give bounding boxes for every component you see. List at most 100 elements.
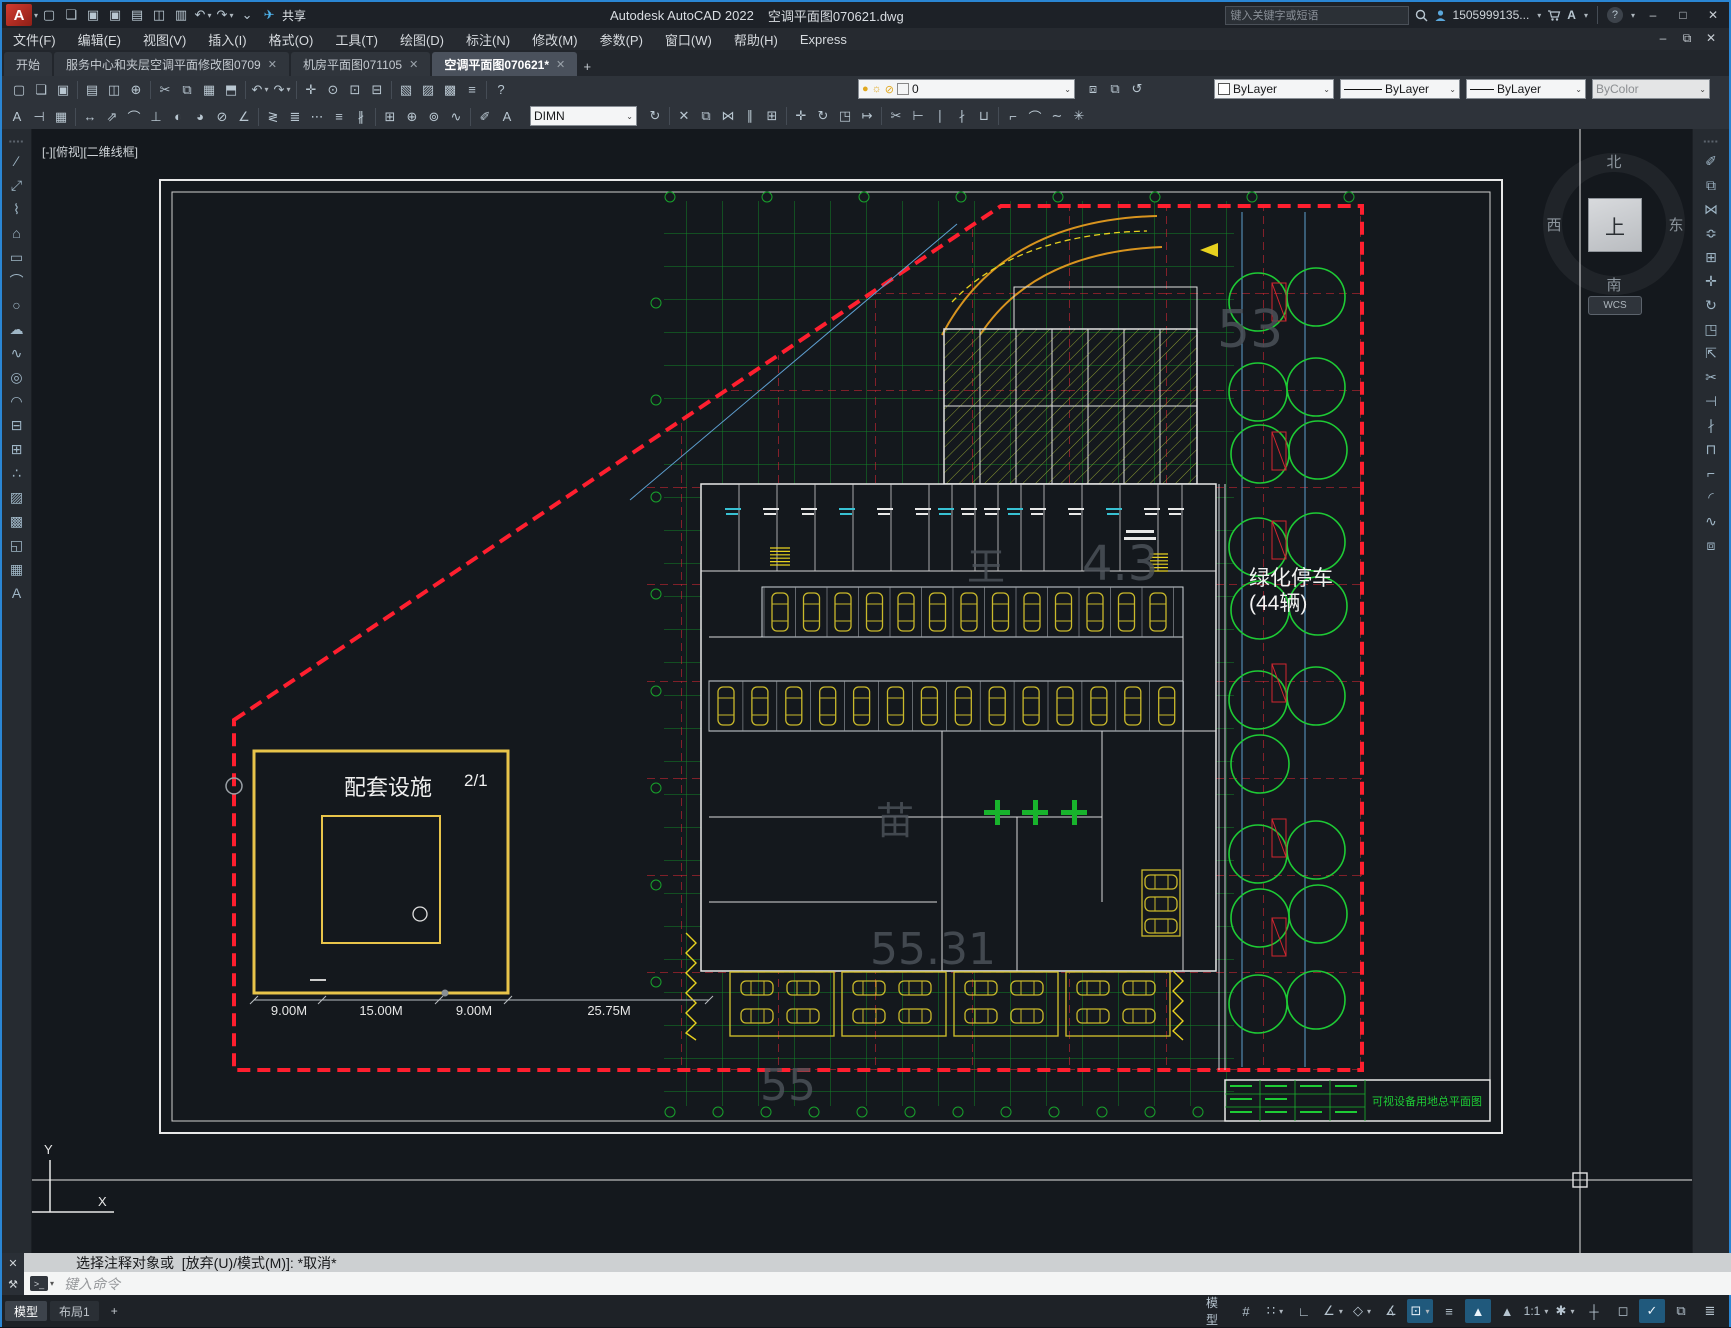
close-icon[interactable]: ✕: [556, 58, 565, 71]
zoom-realtime-icon[interactable]: ⊙: [322, 80, 344, 100]
radius-dimension-icon[interactable]: ◐: [167, 107, 189, 127]
line-icon[interactable]: ∕: [5, 149, 29, 173]
offset-icon[interactable]: ≎: [1699, 221, 1723, 245]
file-tab[interactable]: 空调平面图070621* ✕: [432, 52, 578, 76]
chevron-down-icon[interactable]: ▾: [1584, 11, 1588, 20]
menu-item-e[interactable]: 编辑(E): [67, 28, 132, 50]
rotate-icon[interactable]: ↻: [812, 106, 834, 126]
model-paper-toggle-icon[interactable]: 模型: [1204, 1296, 1230, 1327]
baseline-dimension-icon[interactable]: ≣: [284, 107, 306, 127]
menu-item-n[interactable]: 标注(N): [455, 28, 521, 50]
explode-icon[interactable]: ⧈: [1699, 533, 1723, 557]
undo-icon[interactable]: ↶ ▾: [249, 80, 271, 100]
layer-freeze-sun-icon[interactable]: ☼: [872, 83, 882, 95]
wcs-button[interactable]: WCS: [1588, 296, 1642, 315]
menu-item-p[interactable]: 参数(P): [589, 28, 654, 50]
plot-preview-icon[interactable]: ◫: [103, 80, 125, 100]
command-input[interactable]: 键入命令: [64, 1274, 120, 1294]
extend-icon[interactable]: ⊢: [907, 106, 929, 126]
save-icon[interactable]: ▣: [82, 5, 104, 25]
inspection-icon[interactable]: ⊚: [423, 107, 445, 127]
drawing-canvas[interactable]: 9.00M 15.00M 9.00M 25.75M 配套设施 2/1 绿化停车 …: [28, 129, 1696, 1253]
stretch-icon[interactable]: ⇱: [1699, 341, 1723, 365]
linear-dimension-icon[interactable]: ↔: [79, 107, 101, 127]
diameter-dimension-icon[interactable]: ⊘: [211, 107, 233, 127]
copy-icon[interactable]: ⧉: [1699, 173, 1723, 197]
annotation-scale-icon[interactable]: 1:1 ▾: [1523, 1299, 1549, 1323]
trim-icon[interactable]: ✂: [885, 106, 907, 126]
circle-icon[interactable]: ○: [5, 293, 29, 317]
table-style-icon[interactable]: ▦: [50, 107, 72, 127]
tolerance-icon[interactable]: ⊞: [379, 107, 401, 127]
break-at-point-icon[interactable]: ∣: [929, 106, 951, 126]
plot-icon[interactable]: ▤: [126, 5, 148, 25]
chevron-down-icon[interactable]: ⌄: [1064, 85, 1071, 94]
redo-icon[interactable]: ↷ ▾: [271, 80, 293, 100]
layer-match-icon[interactable]: ⧉: [1104, 79, 1126, 99]
menu-item-m[interactable]: 修改(M): [521, 28, 589, 50]
properties-palette-icon[interactable]: ≡: [461, 80, 483, 100]
open-file-icon[interactable]: ❏: [30, 80, 52, 100]
close-button[interactable]: ✕: [1701, 5, 1725, 25]
menu-item-v[interactable]: 视图(V): [132, 28, 197, 50]
region-icon[interactable]: ◱: [5, 533, 29, 557]
linetype-combo[interactable]: ByLayer ⌄: [1340, 79, 1460, 99]
doc-minimize-button[interactable]: –: [1651, 28, 1675, 48]
menu-item-t[interactable]: 工具(T): [324, 28, 389, 50]
share-icon[interactable]: ✈: [258, 5, 280, 25]
make-object-layer-current-icon[interactable]: ⧈: [1082, 79, 1104, 99]
dimension-style-icon[interactable]: ⊣: [28, 107, 50, 127]
layer-previous-icon[interactable]: ↺: [1126, 79, 1148, 99]
viewcube-south[interactable]: 南: [1604, 274, 1624, 295]
chevron-down-icon[interactable]: ⌄: [1323, 85, 1330, 94]
command-prompt-icon[interactable]: >_: [30, 1276, 48, 1291]
join-icon[interactable]: ⊓: [1699, 437, 1723, 461]
multiline-text-icon[interactable]: A: [5, 581, 29, 605]
explode-icon[interactable]: ✳: [1068, 106, 1090, 126]
point-icon[interactable]: ∴: [5, 461, 29, 485]
user-icon[interactable]: [1434, 9, 1447, 22]
fillet-icon[interactable]: ◜: [1699, 485, 1723, 509]
close-icon[interactable]: ✕: [268, 58, 277, 71]
chevron-down-icon[interactable]: ▾: [1631, 11, 1635, 20]
viewcube-north[interactable]: 北: [1604, 151, 1624, 172]
layer-properties-icon[interactable]: ▧: [395, 80, 417, 100]
autodesk-app-icon[interactable]: A: [1567, 8, 1576, 22]
polygon-icon[interactable]: ⌂: [5, 221, 29, 245]
copy-icon[interactable]: ⧉: [695, 106, 717, 126]
new-tab-button[interactable]: +: [577, 56, 597, 76]
new-file-icon[interactable]: ▢: [8, 80, 30, 100]
layer-combo[interactable]: ● ☼ ⊘ 0 ⌄: [858, 79, 1075, 99]
trim-icon[interactable]: ✂: [1699, 365, 1723, 389]
new-file-icon[interactable]: ▢: [38, 5, 60, 25]
offset-icon[interactable]: ∥: [739, 106, 761, 126]
polyline-icon[interactable]: ⌇: [5, 197, 29, 221]
annotation-visibility-icon[interactable]: ▲: [1465, 1299, 1491, 1323]
ellipse-arc-icon[interactable]: ◠: [5, 389, 29, 413]
break-icon[interactable]: ∤: [951, 106, 973, 126]
clean-screen-icon[interactable]: ⧉: [1668, 1299, 1694, 1323]
erase-icon[interactable]: ✐: [1699, 149, 1723, 173]
dimstyle-combo[interactable]: DIMN ⌄: [530, 106, 637, 126]
minimize-button[interactable]: –: [1641, 5, 1665, 25]
save-icon[interactable]: ▣: [52, 80, 74, 100]
chamfer-icon[interactable]: ⌐: [1699, 461, 1723, 485]
text-style-icon[interactable]: A: [6, 107, 28, 127]
menu-item-f[interactable]: 文件(F): [2, 28, 67, 50]
dimension-break-icon[interactable]: ∦: [350, 107, 372, 127]
angular-dimension-icon[interactable]: ∠: [233, 107, 255, 127]
spline-edit-icon[interactable]: ∿: [1699, 509, 1723, 533]
zoom-window-icon[interactable]: ⊡: [344, 80, 366, 100]
account-id[interactable]: 1505999135...: [1453, 8, 1530, 22]
toolbar-grip[interactable]: ▪▪▪▪: [1703, 137, 1718, 146]
rotate-icon[interactable]: ↻: [1699, 293, 1723, 317]
snap-mode-icon[interactable]: ∷ ▾: [1262, 1299, 1288, 1323]
mirror-icon[interactable]: ⋈: [717, 106, 739, 126]
layer-off-icon[interactable]: ▩: [439, 80, 461, 100]
move-icon[interactable]: ✛: [790, 106, 812, 126]
chevron-down-icon[interactable]: ⌄: [1449, 85, 1456, 94]
lineweight-display-icon[interactable]: ≡: [1436, 1299, 1462, 1323]
menu-item-i[interactable]: 插入(I): [197, 28, 257, 50]
layer-on-bulb-icon[interactable]: ●: [862, 83, 869, 95]
cut-clip-icon[interactable]: ✂: [154, 80, 176, 100]
